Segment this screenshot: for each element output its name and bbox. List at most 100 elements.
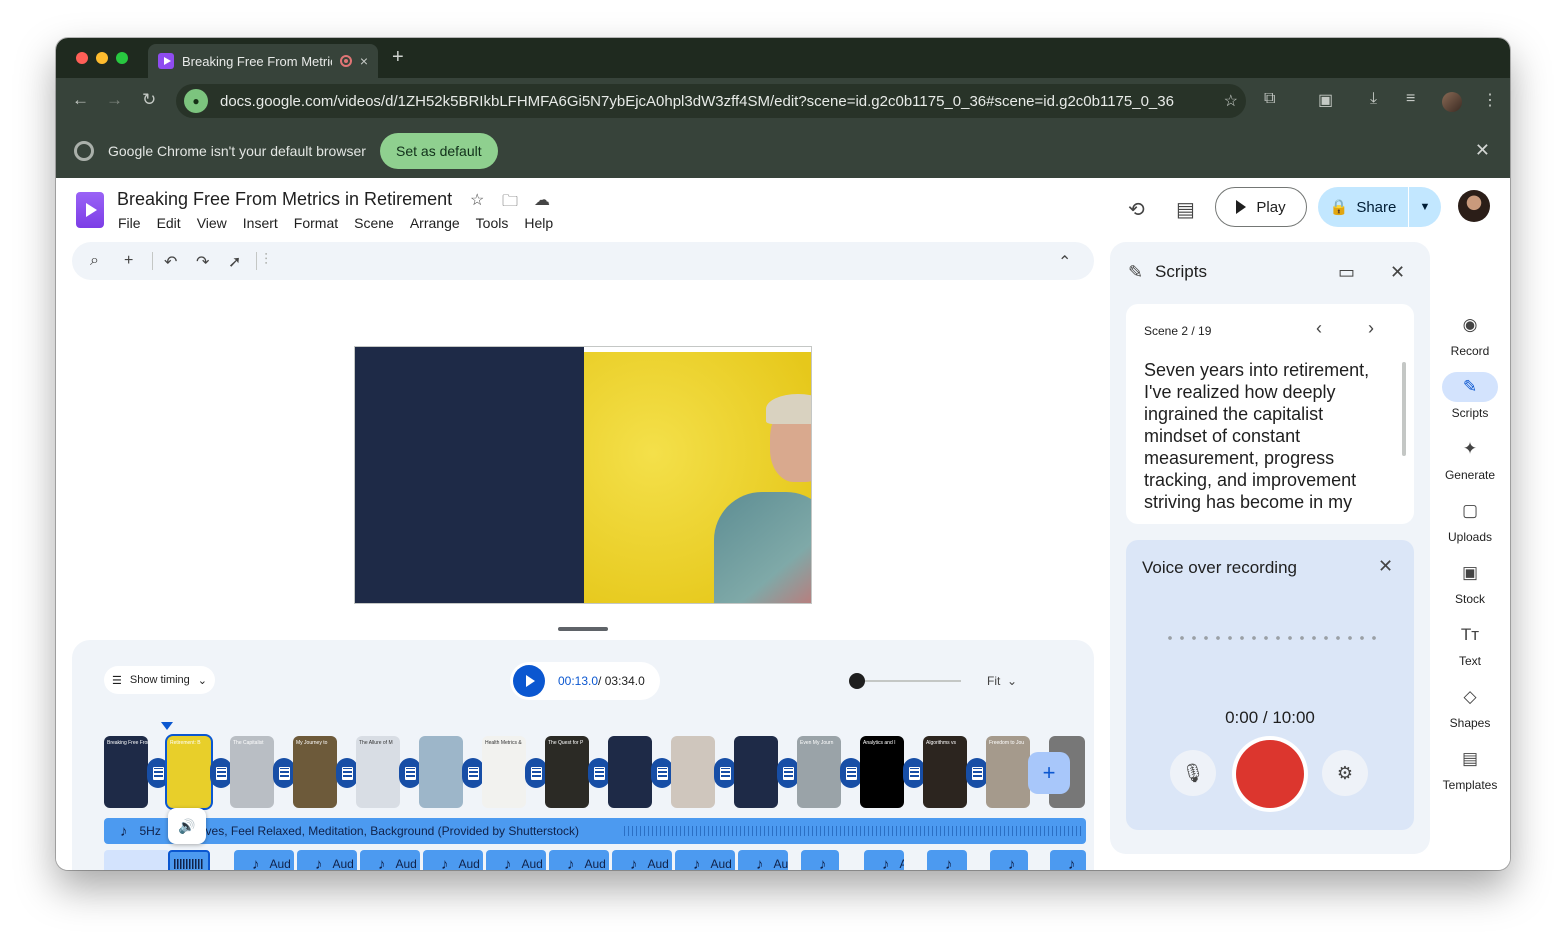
close-icon[interactable]: ✕ (1475, 140, 1490, 161)
redo-icon[interactable]: ↷ (196, 252, 209, 272)
menu-tools[interactable]: Tools (476, 215, 509, 231)
scene-thumbnail[interactable]: Health Metrics & (482, 736, 526, 808)
transition-button[interactable] (399, 758, 421, 788)
bookmark-star-icon[interactable]: ☆ (1224, 91, 1238, 111)
transition-button[interactable] (588, 758, 610, 788)
show-timing-dropdown[interactable]: ☰ Show timing ⌄ (104, 666, 216, 694)
voiceover-clip[interactable]: ♪ (990, 850, 1028, 870)
previous-scene-chevron-icon[interactable]: ‹ (1316, 318, 1322, 339)
menu-edit[interactable]: Edit (157, 215, 181, 231)
scene-thumbnail[interactable]: Breaking Free From Metric (104, 736, 148, 808)
search-icon[interactable]: ⌕ (90, 252, 99, 270)
address-bar[interactable]: ● docs.google.com/videos/d/1ZH52k5BRIkbL… (176, 84, 1246, 118)
scene-thumbnail[interactable] (671, 736, 715, 808)
extensions-puzzle-icon[interactable]: ⧉ (1264, 90, 1275, 108)
rail-item-scripts[interactable]: ✎ Scripts (1438, 372, 1502, 420)
star-icon[interactable]: ☆ (470, 190, 484, 210)
scene-thumbnail[interactable]: Analytics and I (860, 736, 904, 808)
timeline-play-button[interactable] (513, 665, 545, 697)
scene-thumbnail[interactable]: The Allure of M (356, 736, 400, 808)
microphone-active-icon[interactable]: ● (184, 89, 208, 113)
cloud-saved-icon[interactable]: ☁ (534, 190, 550, 210)
undo-icon[interactable]: ↶ (164, 252, 177, 272)
voiceover-clip[interactable]: ♪ Aud (360, 850, 420, 870)
collapse-chevron-up-icon[interactable]: ⌃ (1058, 252, 1071, 272)
next-scene-chevron-icon[interactable]: › (1368, 318, 1374, 339)
scene-thumbnail[interactable]: Algorithms vs (923, 736, 967, 808)
chrome-menu-icon[interactable]: ⋮ (1482, 90, 1498, 110)
back-arrow-icon[interactable]: ← (72, 90, 89, 110)
rail-item-shapes[interactable]: ◇ Shapes (1438, 682, 1502, 730)
voiceover-clip[interactable]: ♪ Aud (675, 850, 735, 870)
selected-voiceover-clip[interactable] (168, 850, 210, 870)
tab-search-icon[interactable]: ▣ (1318, 90, 1333, 110)
close-icon[interactable]: ✕ (1378, 556, 1393, 577)
add-icon[interactable]: + (124, 252, 133, 270)
scene-thumbnail[interactable]: Retirement: B (167, 736, 211, 808)
transition-button[interactable] (336, 758, 358, 788)
scene-thumbnail[interactable] (608, 736, 652, 808)
browser-tab-active[interactable]: Breaking Free From Metric × (148, 44, 378, 78)
scene-thumbnail[interactable]: Even My Journ (797, 736, 841, 808)
rail-item-generate[interactable]: ✦ Generate (1438, 434, 1502, 482)
reload-icon[interactable]: ↻ (142, 90, 156, 110)
rail-item-stock[interactable]: ▣ Stock (1438, 558, 1502, 606)
voiceover-clip[interactable]: ♪ Aud (612, 850, 672, 870)
menu-help[interactable]: Help (524, 215, 553, 231)
share-dropdown-chevron-icon[interactable]: ▼ (1409, 187, 1441, 227)
music-track[interactable]: ♪ 5Hz aves, Feel Relaxed, Meditation, Ba… (104, 818, 1086, 844)
zoom-fit-dropdown[interactable]: Fit ⌄ (987, 674, 1017, 688)
voiceover-clip[interactable]: ♪ (1050, 850, 1086, 870)
document-title[interactable]: Breaking Free From Metrics in Retirement (117, 189, 452, 210)
download-icon[interactable]: ⤓ (1370, 90, 1377, 108)
scene-thumbnail[interactable]: My Journey to (293, 736, 337, 808)
settings-gear-icon[interactable]: ⚙ (1322, 750, 1368, 796)
canvas-text-panel[interactable] (355, 347, 584, 603)
maximize-window-button[interactable] (116, 52, 128, 64)
voiceover-clip[interactable]: ♪ (927, 850, 967, 870)
set-as-default-button[interactable]: Set as default (380, 133, 498, 169)
voiceover-clip[interactable]: ♪ Aud (549, 850, 609, 870)
script-scrollbar[interactable] (1402, 362, 1406, 456)
volume-icon[interactable]: 🔊 (168, 808, 206, 844)
version-history-icon[interactable]: ⟲ (1128, 197, 1145, 222)
align-icon[interactable]: ⫶ (264, 252, 268, 270)
voiceover-clip[interactable]: ♪ A (864, 850, 904, 870)
minimize-window-button[interactable] (96, 52, 108, 64)
menu-format[interactable]: Format (294, 215, 338, 231)
scene-thumbnail[interactable]: Freedom to Jou (986, 736, 1030, 808)
url-text[interactable]: docs.google.com/videos/d/1ZH52k5BRIkbLFH… (220, 93, 1224, 110)
share-button[interactable]: 🔒 Share (1318, 187, 1408, 227)
rail-item-text[interactable]: Tт Text (1438, 620, 1502, 668)
account-avatar[interactable] (1458, 190, 1490, 222)
voiceover-clip[interactable]: ♪ Aud (234, 850, 294, 870)
menu-view[interactable]: View (197, 215, 227, 231)
voiceover-clip[interactable]: ♪ Au (738, 850, 788, 870)
menu-arrange[interactable]: Arrange (410, 215, 460, 231)
transition-button[interactable] (903, 758, 925, 788)
transition-button[interactable] (840, 758, 862, 788)
microphone-icon[interactable]: 🎙 (1170, 750, 1216, 796)
forward-arrow-icon[interactable]: → (106, 90, 123, 110)
transition-button[interactable] (462, 758, 484, 788)
new-tab-button[interactable]: + (392, 46, 404, 69)
google-vids-logo-icon[interactable] (76, 192, 104, 228)
zoom-slider-handle[interactable] (849, 673, 865, 689)
panel-resize-handle[interactable] (558, 627, 608, 631)
transition-button[interactable] (525, 758, 547, 788)
voiceover-clip[interactable]: ♪ (801, 850, 839, 870)
voiceover-clip[interactable]: ♪ Aud (486, 850, 546, 870)
select-cursor-icon[interactable]: ➚ (228, 252, 241, 272)
playhead-marker[interactable] (161, 722, 173, 730)
menu-file[interactable]: File (118, 215, 141, 231)
voiceover-clip[interactable]: ♪ Aud (423, 850, 483, 870)
expand-panel-icon[interactable]: ▭ (1338, 262, 1355, 283)
move-folder-icon[interactable]: 🗀 (502, 190, 518, 217)
zoom-slider-track[interactable] (857, 680, 961, 682)
scene-canvas[interactable] (354, 346, 812, 604)
close-window-button[interactable] (76, 52, 88, 64)
rail-item-templates[interactable]: ▤ Templates (1438, 744, 1502, 792)
rail-item-record[interactable]: ◉ Record (1438, 310, 1502, 358)
transition-button[interactable] (777, 758, 799, 788)
profile-avatar-small[interactable] (1442, 92, 1462, 112)
